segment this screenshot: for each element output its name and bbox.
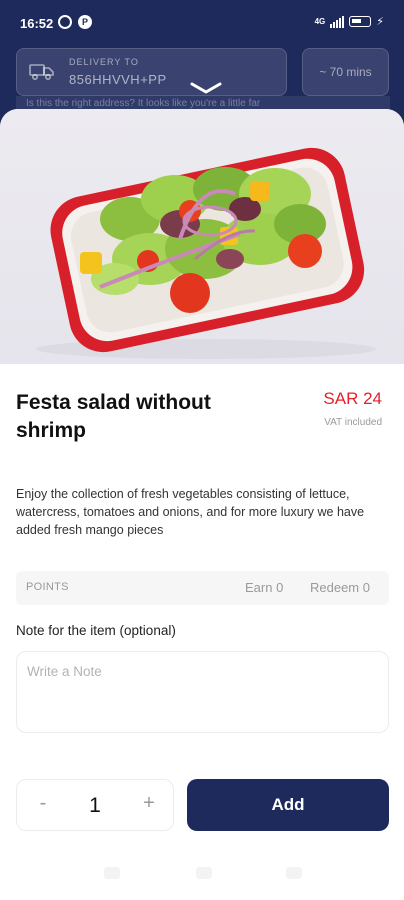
product-price: SAR 24: [323, 389, 382, 408]
charging-icon: ⚡: [376, 16, 384, 28]
chevron-down-icon[interactable]: [186, 80, 226, 96]
settings-icon: [58, 15, 72, 29]
delivery-address-card[interactable]: DELIVERY TO 856HHVVH+PP: [16, 48, 287, 96]
delivery-eta: ~ 70 mins: [302, 48, 389, 96]
points-label: POINTS: [26, 581, 69, 593]
network-type: 4G: [314, 17, 326, 26]
product-description: Enjoy the collection of fresh vegetables…: [16, 487, 365, 537]
nav-back-icon[interactable]: [286, 867, 302, 879]
points-redeem: Redeem 0: [310, 580, 370, 595]
decrease-quantity-button[interactable]: -: [31, 792, 55, 815]
note-label: Note for the item (optional): [16, 623, 176, 638]
note-field-container: [16, 651, 389, 733]
points-row: POINTS Earn 0 Redeem 0: [16, 571, 389, 605]
quantity-value: 1: [89, 794, 101, 817]
nav-home-icon[interactable]: [196, 867, 212, 879]
points-earn: Earn 0: [245, 580, 284, 595]
quantity-stepper: - 1 +: [16, 779, 174, 831]
product-sheet: Festa salad without shrimp SAR 24 VAT in…: [0, 109, 404, 900]
status-time: 16:52: [20, 16, 54, 31]
delivery-address: 856HHVVH+PP: [69, 72, 167, 87]
nav-recents-icon[interactable]: [104, 867, 120, 879]
status-bar: 16:52 P 4G ⚡: [0, 0, 404, 48]
product-title: Festa salad without shrimp: [16, 391, 211, 442]
signal-icon: [330, 15, 345, 28]
vat-note: VAT included: [324, 417, 382, 428]
truck-icon: [29, 64, 54, 81]
add-button[interactable]: Add: [187, 779, 389, 831]
product-image: [0, 109, 404, 364]
delivery-label: DELIVERY TO: [69, 57, 139, 67]
battery-icon: [349, 16, 372, 27]
note-input[interactable]: [17, 652, 388, 732]
salad-illustration: [36, 147, 376, 359]
increase-quantity-button[interactable]: +: [137, 792, 161, 815]
app-notification-icon: P: [78, 15, 92, 29]
